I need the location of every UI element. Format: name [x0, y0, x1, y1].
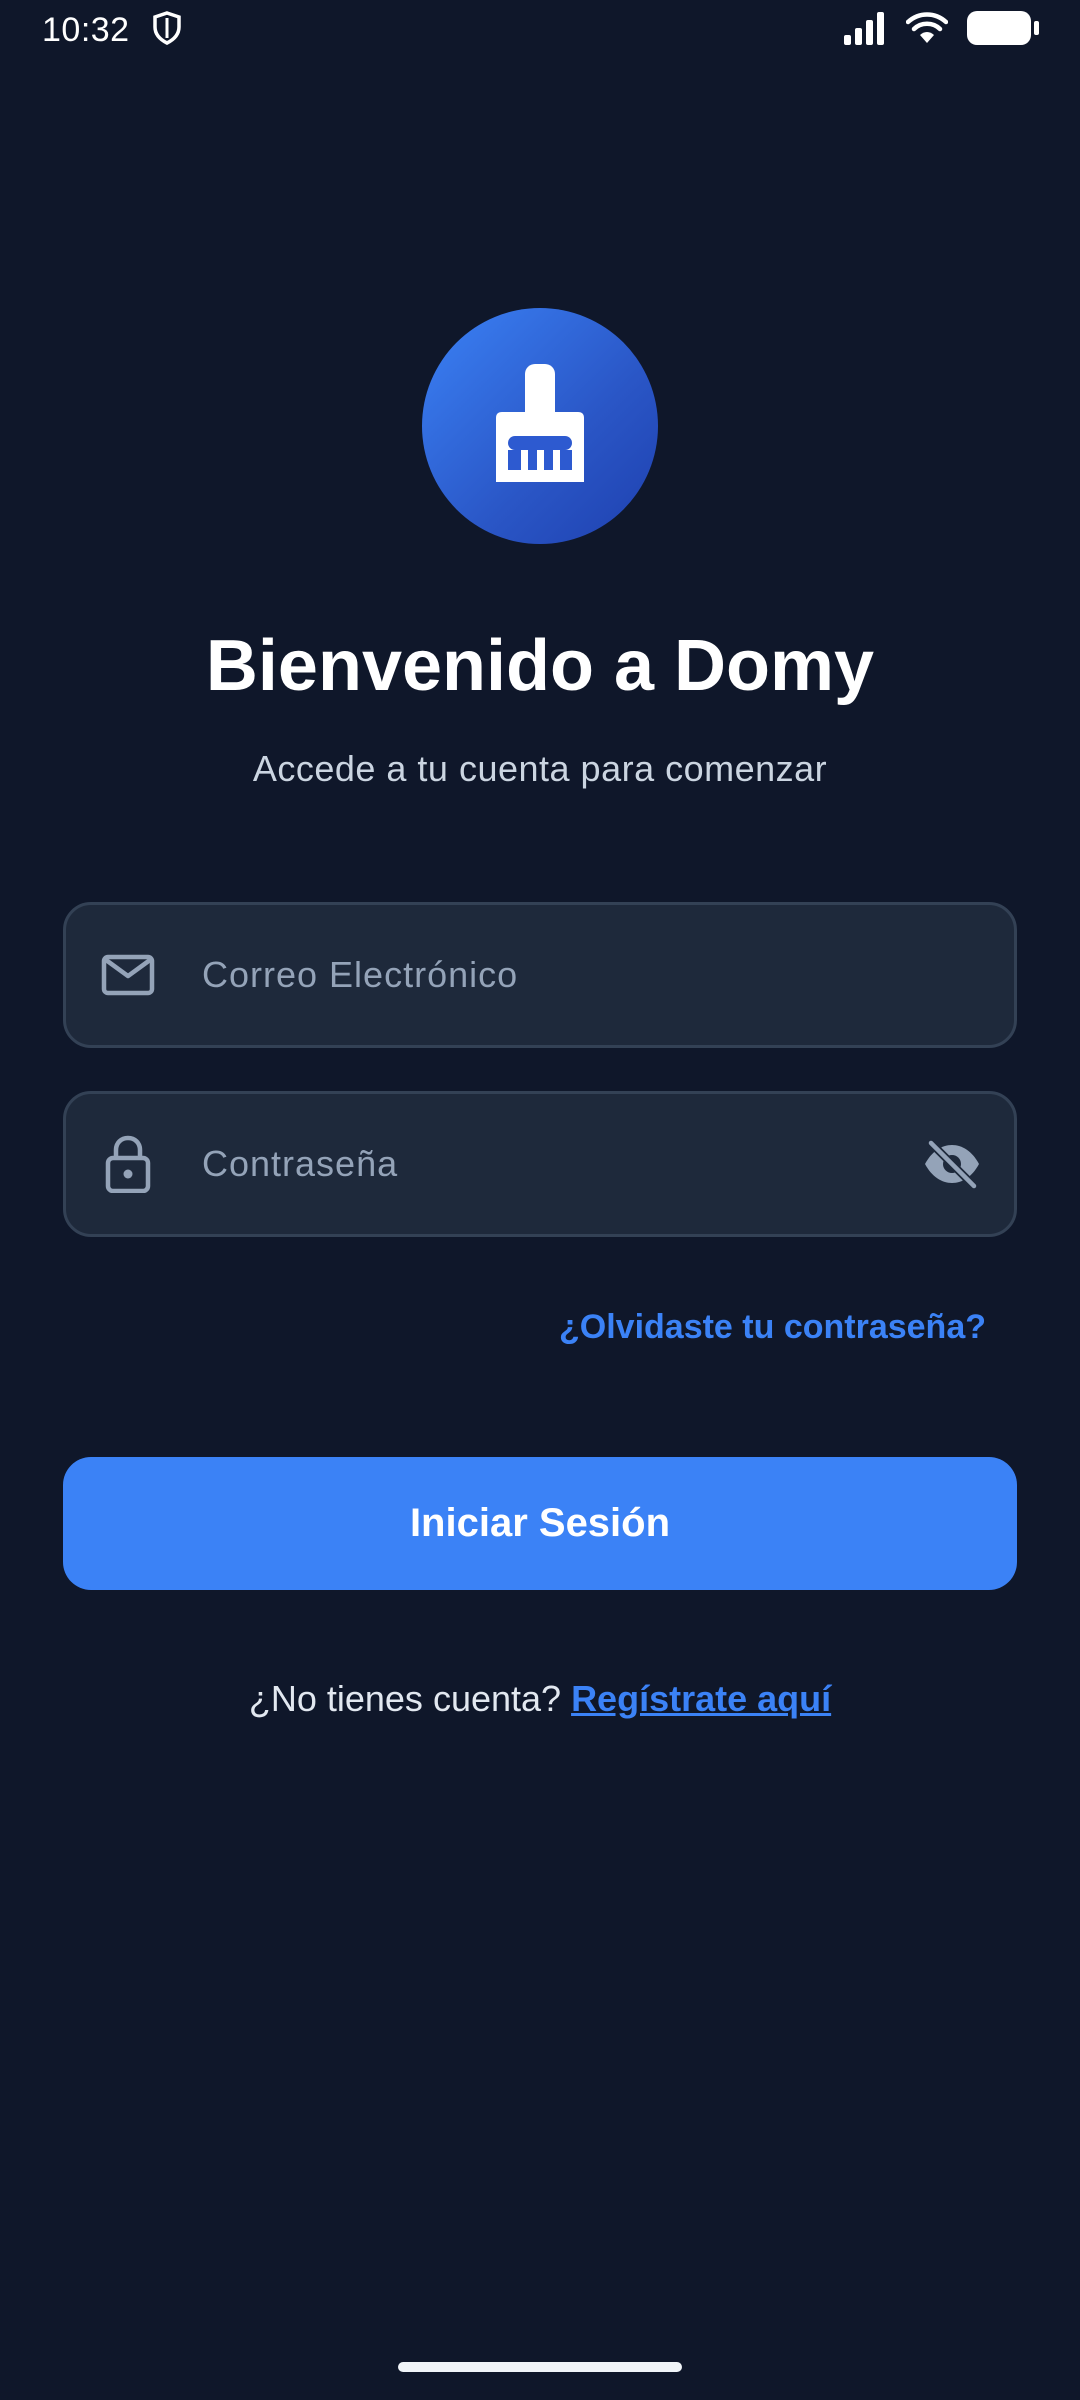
battery-icon	[966, 10, 1040, 51]
password-field[interactable]	[202, 1094, 894, 1234]
app-logo	[422, 308, 658, 544]
register-row: ¿No tienes cuenta? Regístrate aquí	[0, 1678, 1080, 1720]
email-field[interactable]	[202, 905, 894, 1045]
login-button[interactable]: Iniciar Sesión	[63, 1457, 1017, 1590]
eye-off-icon[interactable]	[920, 1132, 984, 1196]
signal-icon	[842, 11, 888, 50]
status-right	[842, 10, 1040, 51]
mail-icon	[100, 947, 156, 1003]
login-screen: 10:32 Bienvenido a Domy Accede a tu cuen…	[0, 0, 1080, 2400]
brush-icon	[488, 363, 592, 489]
home-indicator[interactable]	[398, 2362, 682, 2372]
register-prompt: ¿No tienes cuenta?	[248, 1678, 562, 1719]
forgot-password-link[interactable]: ¿Olvidaste tu contraseña?	[559, 1308, 986, 1347]
status-bar: 10:32	[0, 0, 1080, 60]
shield-icon	[152, 10, 182, 50]
wifi-icon	[905, 11, 949, 50]
lock-icon	[100, 1135, 156, 1193]
page-subtitle: Accede a tu cuenta para comenzar	[252, 748, 828, 789]
email-field-container	[63, 902, 1017, 1048]
password-field-container	[63, 1091, 1017, 1237]
page-title: Bienvenido a Domy	[205, 626, 875, 706]
status-time: 10:32	[42, 10, 130, 49]
status-left: 10:32	[42, 11, 182, 50]
register-link[interactable]: Regístrate aquí	[571, 1678, 831, 1719]
